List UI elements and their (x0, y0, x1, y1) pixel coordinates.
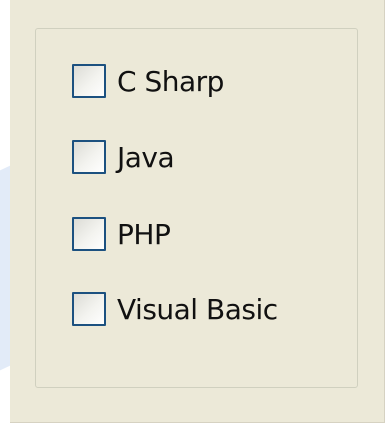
php-checkbox[interactable] (72, 217, 106, 251)
c-sharp-checkbox[interactable] (72, 64, 106, 98)
screenshot-stage: C Sharp Java PHP Visual Basic (0, 0, 385, 423)
dialog-window: C Sharp Java PHP Visual Basic (10, 0, 385, 423)
option-c-sharp[interactable]: C Sharp (72, 61, 224, 101)
visual-basic-label[interactable]: Visual Basic (117, 293, 278, 326)
java-checkbox[interactable] (72, 140, 106, 174)
option-php[interactable]: PHP (72, 214, 171, 254)
visual-basic-checkbox[interactable] (72, 292, 106, 326)
java-label[interactable]: Java (117, 141, 175, 174)
option-java[interactable]: Java (72, 137, 175, 177)
php-label[interactable]: PHP (117, 218, 171, 251)
option-visual-basic[interactable]: Visual Basic (72, 289, 278, 329)
c-sharp-label[interactable]: C Sharp (117, 65, 224, 98)
